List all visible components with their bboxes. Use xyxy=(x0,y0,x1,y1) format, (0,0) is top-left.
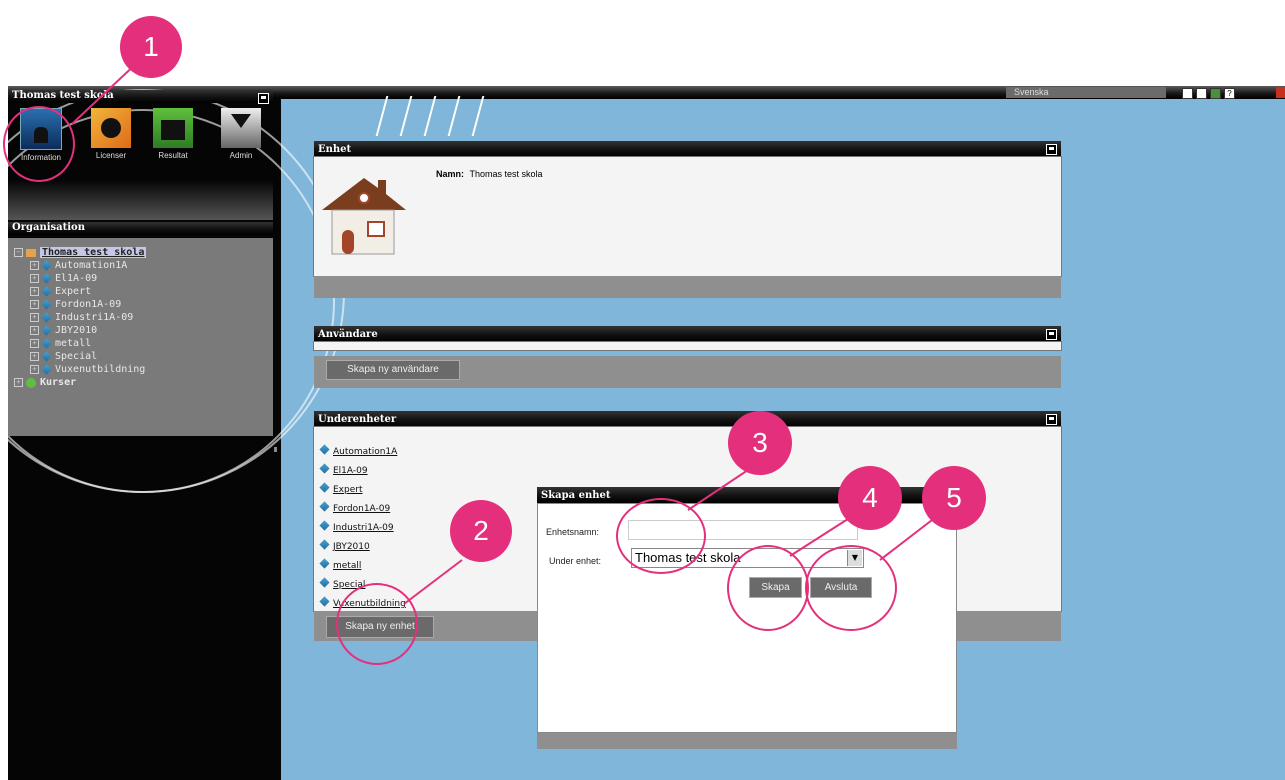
callout-badge-1: 1 xyxy=(120,16,182,78)
callout-badge-4: 4 xyxy=(838,466,902,530)
callout-badge-2: 2 xyxy=(450,500,512,562)
callout-lines xyxy=(71,59,946,605)
callout-badge-3: 3 xyxy=(728,411,792,475)
callout-badge-5: 5 xyxy=(922,466,986,530)
